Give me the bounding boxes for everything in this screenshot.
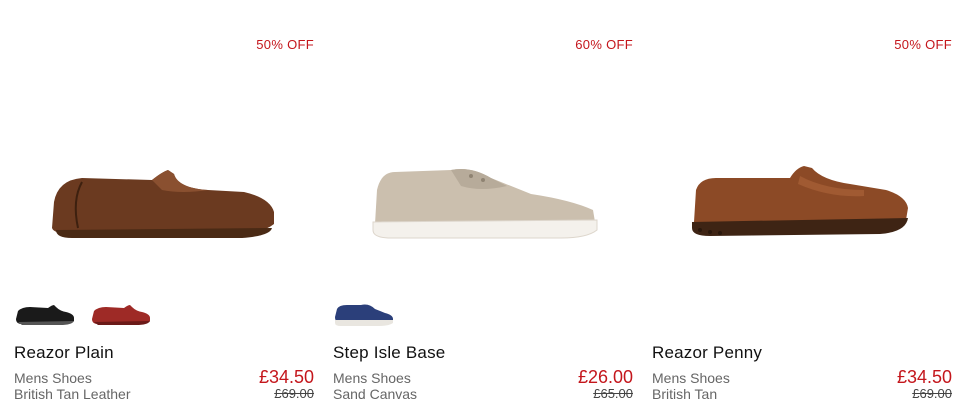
product-name[interactable]: Step Isle Base [333, 343, 445, 363]
sale-price: £34.50 [896, 367, 952, 387]
product-colour: Sand Canvas [333, 386, 418, 402]
original-price: £69.00 [912, 386, 952, 401]
product-image[interactable] [650, 150, 952, 250]
product-name[interactable]: Reazor Penny [652, 343, 762, 363]
product-card[interactable]: 50% OFF Reazor Plain Mens Shoes British … [12, 0, 314, 409]
product-colour: British Tan Leather [14, 386, 131, 402]
discount-badge: 60% OFF [575, 37, 633, 52]
product-card[interactable]: 60% OFF Step Isle Base Mens Shoes Sand C… [331, 0, 633, 409]
sale-price: £26.00 [577, 367, 633, 387]
sale-price: £34.50 [258, 367, 314, 387]
product-name[interactable]: Reazor Plain [14, 343, 114, 363]
swatch-black[interactable] [12, 299, 76, 327]
product-image[interactable] [331, 150, 633, 250]
colour-swatches [331, 299, 395, 327]
product-category: Mens Shoes [14, 370, 92, 386]
colour-swatches [12, 299, 152, 327]
swatch-red[interactable] [88, 299, 152, 327]
original-price: £69.00 [274, 386, 314, 401]
product-colour: British Tan [652, 386, 718, 402]
discount-badge: 50% OFF [894, 37, 952, 52]
product-category: Mens Shoes [333, 370, 411, 386]
product-image[interactable] [12, 150, 314, 250]
discount-badge: 50% OFF [256, 37, 314, 52]
original-price: £65.00 [593, 386, 633, 401]
product-card[interactable]: 50% OFF Reazor Penny Mens Shoes British … [650, 0, 952, 409]
product-category: Mens Shoes [652, 370, 730, 386]
swatch-navy[interactable] [331, 299, 395, 327]
